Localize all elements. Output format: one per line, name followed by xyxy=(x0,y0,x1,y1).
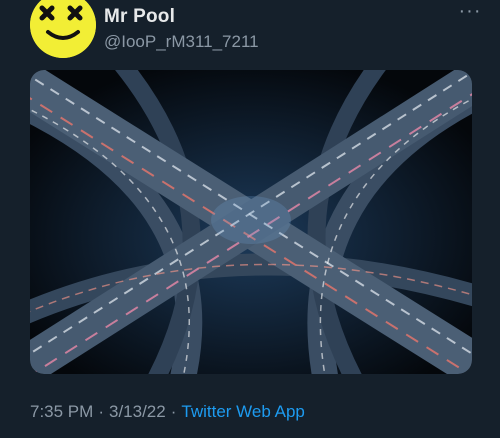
tweet-detail: Mr Pool @IooP_rM311_7211 ··· 7:35 PM · 3… xyxy=(0,0,500,438)
tweet-meta: 7:35 PM · 3/13/22 · Twitter Web App xyxy=(30,402,305,422)
source-app-link[interactable]: Twitter Web App xyxy=(181,402,304,421)
x-eyes-smiley-icon xyxy=(30,0,96,58)
more-horizontal-icon: ··· xyxy=(458,0,482,22)
tweet-date[interactable]: 3/13/22 xyxy=(109,402,166,421)
highway-interchange-image xyxy=(30,70,472,374)
display-name[interactable]: Mr Pool xyxy=(104,6,175,28)
tweet-time[interactable]: 7:35 PM xyxy=(30,402,93,421)
avatar[interactable] xyxy=(30,0,96,58)
more-options-button[interactable]: ··· xyxy=(458,1,482,22)
tweet-photo[interactable] xyxy=(30,70,472,374)
user-handle[interactable]: @IooP_rM311_7211 xyxy=(104,32,259,52)
meta-separator: · xyxy=(98,402,104,421)
meta-separator: · xyxy=(170,402,177,421)
